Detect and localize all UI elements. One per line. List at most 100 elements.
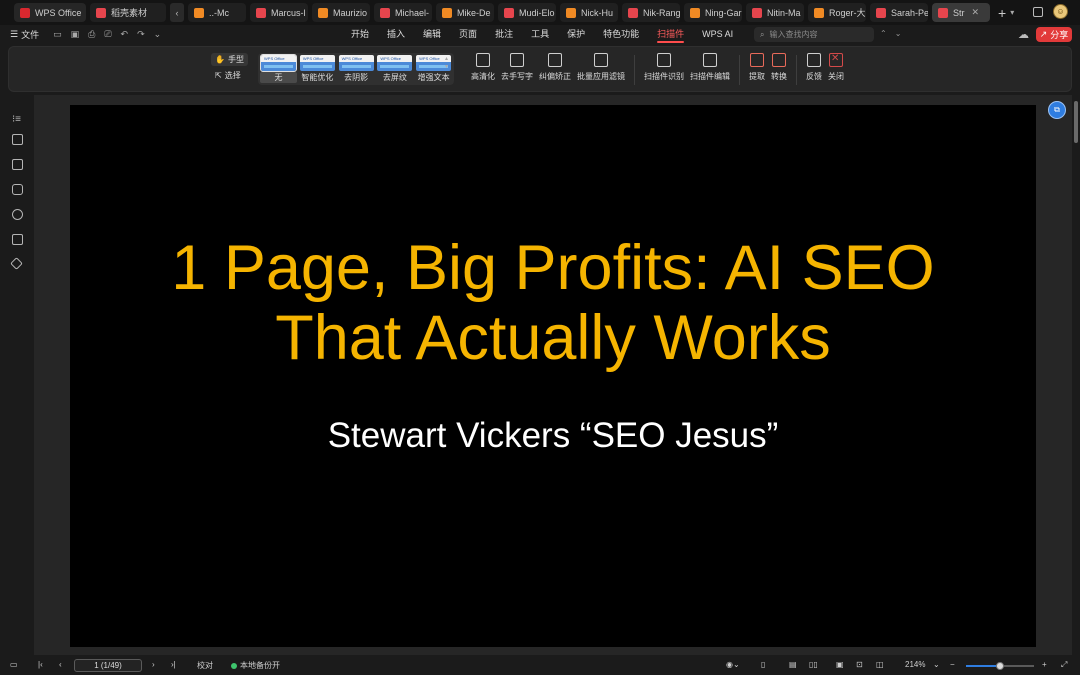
new-tab-button[interactable]: + bbox=[998, 5, 1006, 21]
ribbon-tool-button[interactable]: 提取 bbox=[746, 53, 768, 82]
export-icon[interactable]: ⎙ bbox=[88, 29, 95, 40]
share-button[interactable]: ↗ 分享 bbox=[1036, 27, 1072, 42]
bookmark-icon[interactable] bbox=[12, 134, 23, 145]
tab-document[interactable]: Roger-大 bbox=[808, 3, 866, 22]
filter-option[interactable]: 无 bbox=[260, 54, 297, 83]
menu-item[interactable]: 扫描件 bbox=[648, 25, 693, 44]
ribbon-tool-button[interactable]: 关闭 bbox=[825, 53, 847, 82]
save-icon[interactable]: ▣ bbox=[71, 29, 80, 40]
first-page-icon[interactable]: |‹ bbox=[38, 660, 43, 669]
ribbon-tool-button[interactable]: 纠偏矫正 bbox=[536, 53, 574, 82]
two-page-view-icon[interactable]: ▯▯ bbox=[809, 660, 818, 669]
tab-wps-office-home[interactable]: WPS Office bbox=[14, 3, 86, 22]
last-page-icon[interactable]: ›| bbox=[171, 660, 176, 669]
continuous-view-icon[interactable]: ▤ bbox=[789, 660, 797, 669]
tab-active-document[interactable]: Str ✕ bbox=[932, 3, 990, 22]
cloud-sync-icon[interactable]: ☁ bbox=[1018, 28, 1029, 41]
fit-width-icon[interactable]: ▣ bbox=[836, 660, 844, 669]
scrollbar-thumb[interactable] bbox=[1074, 101, 1078, 143]
sidebar-toggle-icon[interactable]: ▭ bbox=[10, 660, 18, 669]
local-backup-status[interactable]: 本地备份开 bbox=[231, 660, 280, 671]
filter-gallery-more-button[interactable]: ▴ ▾ bbox=[445, 55, 448, 71]
redo-icon[interactable]: ↷ bbox=[137, 29, 145, 40]
ribbon-tool-button[interactable]: 转换 bbox=[768, 53, 790, 82]
chevron-down-icon[interactable]: ⌄ bbox=[154, 29, 162, 40]
ai-assistant-icon[interactable]: ⧉ bbox=[1048, 101, 1066, 119]
layers-icon[interactable] bbox=[10, 257, 23, 270]
fit-page-icon[interactable]: ⊡ bbox=[856, 660, 863, 669]
fullscreen-icon[interactable]: ⤢ bbox=[1061, 660, 1067, 670]
close-icon[interactable]: ✕ bbox=[972, 7, 980, 18]
filter-option[interactable]: 去屏纹 bbox=[377, 55, 414, 83]
menu-item[interactable]: 开始 bbox=[342, 25, 378, 44]
tab-document[interactable]: Marcus-l bbox=[250, 3, 308, 22]
zoom-dropdown-icon[interactable]: ⌄ bbox=[933, 660, 940, 669]
chevron-up-icon[interactable]: ⌃ bbox=[880, 29, 887, 38]
select-tool-button[interactable]: ⇱ 选择 bbox=[211, 69, 248, 82]
eye-protection-icon[interactable]: ◉⌄ bbox=[726, 660, 740, 669]
tab-document[interactable]: Nitin-Ma bbox=[746, 3, 804, 22]
select-tool-label: 选择 bbox=[224, 71, 241, 80]
tab-document[interactable]: Sarah-Pe bbox=[870, 3, 928, 22]
read-mode-icon[interactable]: ◫ bbox=[876, 660, 884, 669]
proofread-button[interactable]: 校对 bbox=[197, 660, 213, 671]
compare-icon[interactable] bbox=[12, 234, 23, 245]
undo-icon[interactable]: ↶ bbox=[121, 29, 129, 40]
vertical-scrollbar[interactable] bbox=[1072, 95, 1080, 655]
zoom-out-button[interactable]: − bbox=[950, 660, 955, 669]
tab-docer-materials[interactable]: 稻壳素材 bbox=[90, 3, 166, 22]
chevron-down-icon[interactable]: ⌄ bbox=[895, 29, 902, 38]
zoom-slider-handle[interactable] bbox=[996, 662, 1004, 670]
tab-document[interactable]: Mike-De bbox=[436, 3, 494, 22]
comment-icon[interactable] bbox=[12, 184, 23, 195]
ribbon-tool-label: 转换 bbox=[771, 72, 787, 81]
document-canvas[interactable]: 1 Page, Big Profits: AI SEO That Actuall… bbox=[34, 95, 1072, 655]
chevron-down-icon[interactable]: ▾ bbox=[1010, 8, 1014, 17]
outline-icon[interactable]: ⁝≡ bbox=[12, 109, 23, 125]
thumbnail-icon[interactable] bbox=[12, 159, 23, 170]
menu-item[interactable]: 编辑 bbox=[414, 25, 450, 44]
avatar[interactable]: ☺ bbox=[1053, 4, 1068, 19]
menu-item[interactable]: 特色功能 bbox=[594, 25, 648, 44]
zoom-in-button[interactable]: + bbox=[1042, 660, 1047, 669]
restore-window-icon[interactable] bbox=[1033, 6, 1043, 17]
single-page-view-icon[interactable]: ▯ bbox=[761, 660, 765, 669]
zoom-slider[interactable] bbox=[966, 662, 1034, 670]
tab-document[interactable]: Maurizio bbox=[312, 3, 370, 22]
search-box[interactable]: ⌕ bbox=[754, 27, 874, 42]
filter-option[interactable]: 智能优化 bbox=[299, 55, 336, 83]
menu-item[interactable]: 工具 bbox=[522, 25, 558, 44]
menu-item[interactable]: WPS AI bbox=[693, 25, 742, 44]
tab-scroll-left-button[interactable]: ‹ bbox=[170, 3, 184, 22]
zoom-level[interactable]: 214% bbox=[905, 660, 925, 669]
menu-item[interactable]: 保护 bbox=[558, 25, 594, 44]
tab-document[interactable]: Nick-Hu bbox=[560, 3, 618, 22]
menu-item[interactable]: 插入 bbox=[378, 25, 414, 44]
ribbon-tool-button[interactable]: 扫描件识别 bbox=[641, 53, 687, 82]
ribbon-tool-button[interactable]: 反馈 bbox=[803, 53, 825, 82]
document-icon bbox=[566, 7, 576, 18]
print-icon[interactable]: ⎚ bbox=[104, 29, 111, 40]
ribbon-tool-button[interactable]: 批量应用滤镜 bbox=[574, 53, 628, 82]
ribbon-tool-button[interactable]: 去手写字 bbox=[498, 53, 536, 82]
ribbon-tool-button[interactable]: 扫描件编辑 bbox=[687, 53, 733, 82]
tab-document[interactable]: Ning-Gar bbox=[684, 3, 742, 22]
tab-bar: WPS Office 稻壳素材 ‹ ..-Mc Marcus-l Maurizio M… bbox=[0, 0, 1080, 25]
tab-document[interactable]: Mudi-Elo bbox=[498, 3, 556, 22]
file-menu-button[interactable]: ☰ 文件 bbox=[10, 28, 39, 41]
previous-page-icon[interactable]: ‹ bbox=[59, 660, 62, 669]
tab-document[interactable]: ..-Mc bbox=[188, 3, 246, 22]
tab-document[interactable]: Nik-Rang bbox=[622, 3, 680, 22]
ribbon-tool-button[interactable]: 高清化 bbox=[468, 53, 498, 82]
filter-option[interactable]: 去阴影 bbox=[338, 55, 375, 83]
menu-item[interactable]: 批注 bbox=[486, 25, 522, 44]
tab-label: Mudi-Elo bbox=[519, 7, 555, 18]
page-number-input[interactable] bbox=[74, 659, 142, 672]
open-folder-icon[interactable]: ▭ bbox=[53, 29, 62, 40]
search-input[interactable] bbox=[769, 30, 865, 39]
menu-item[interactable]: 页面 bbox=[450, 25, 486, 44]
next-page-icon[interactable]: › bbox=[152, 660, 155, 669]
attachment-icon[interactable] bbox=[12, 209, 23, 220]
hand-tool-button[interactable]: ✋ 手型 bbox=[211, 53, 248, 66]
tab-document[interactable]: Michael- bbox=[374, 3, 432, 22]
